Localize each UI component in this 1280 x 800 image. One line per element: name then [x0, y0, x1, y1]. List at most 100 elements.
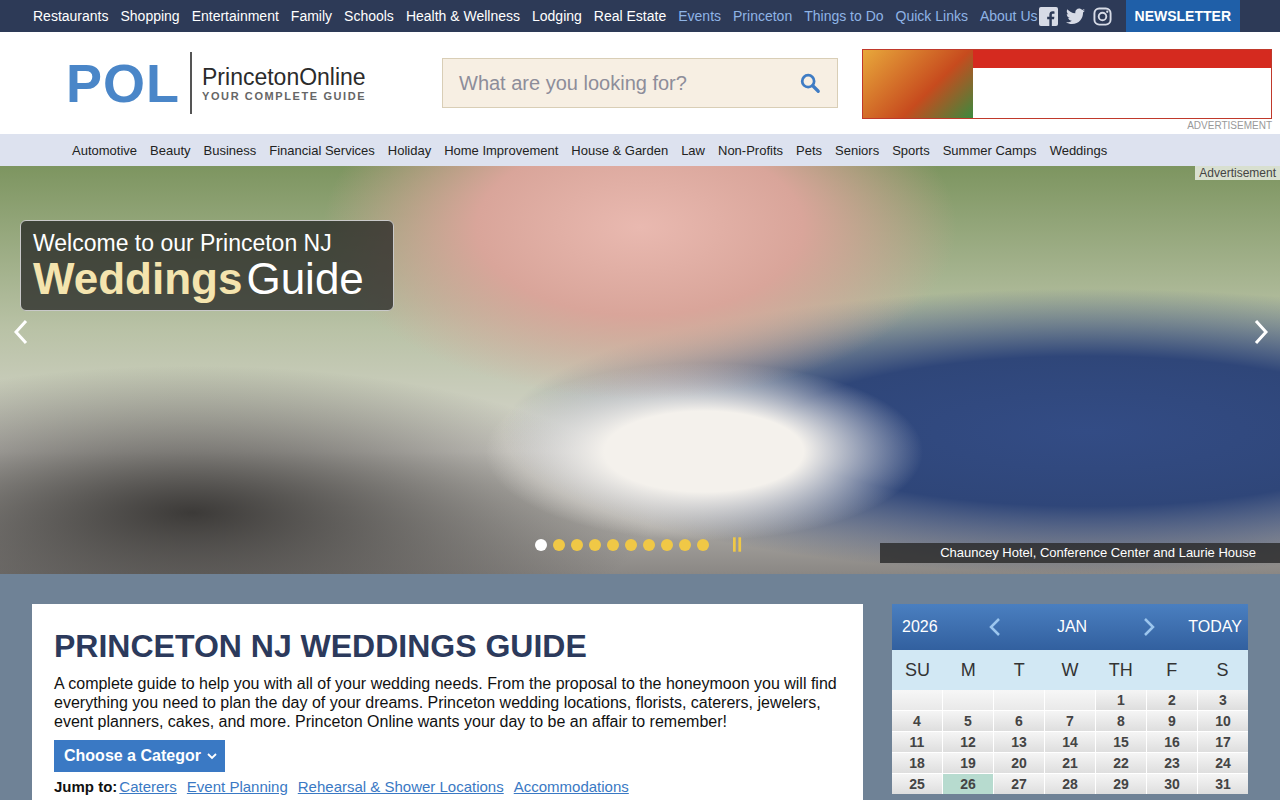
- calendar-day[interactable]: 8: [1096, 711, 1146, 731]
- top-nav: Restaurants Shopping Entertainment Family Sc…: [0, 0, 1280, 32]
- calendar-day[interactable]: 24: [1198, 753, 1248, 773]
- category-nav: Automotive Beauty Business Financial Servic…: [0, 134, 1280, 166]
- calendar-day[interactable]: 26: [943, 774, 993, 794]
- jump-links: Jump to: CaterersEvent PlanningRehearsal…: [54, 778, 841, 795]
- weekday: SU: [892, 660, 943, 681]
- calendar-day[interactable]: 19: [943, 753, 993, 773]
- category-link[interactable]: Financial Services: [269, 143, 375, 158]
- top-nav-link[interactable]: Health & Wellness: [406, 8, 520, 24]
- slide-dots: [535, 537, 742, 552]
- category-link[interactable]: Pets: [796, 143, 822, 158]
- ad-banner[interactable]: [862, 49, 1272, 119]
- category-link[interactable]: Automotive: [72, 143, 137, 158]
- calendar-day[interactable]: 1: [1096, 690, 1146, 710]
- calendar-day[interactable]: 21: [1045, 753, 1095, 773]
- category-link[interactable]: Non-Profits: [718, 143, 783, 158]
- twitter-icon[interactable]: [1066, 7, 1085, 26]
- category-link[interactable]: Summer Camps: [943, 143, 1037, 158]
- newsletter-button[interactable]: NEWSLETTER: [1126, 0, 1240, 32]
- slide-dot[interactable]: [625, 539, 637, 551]
- top-nav-link[interactable]: Lodging: [532, 8, 582, 24]
- top-nav-link[interactable]: Things to Do: [804, 8, 883, 24]
- top-nav-link[interactable]: Events: [678, 8, 721, 24]
- top-nav-link[interactable]: Family: [291, 8, 332, 24]
- pause-icon[interactable]: [733, 537, 742, 552]
- category-link[interactable]: Law: [681, 143, 705, 158]
- slide-dot[interactable]: [589, 539, 601, 551]
- calendar-day[interactable]: 25: [892, 774, 942, 794]
- content-area: PRINCETON NJ WEDDINGS GUIDE A complete g…: [0, 574, 1280, 800]
- calendar-day[interactable]: 11: [892, 732, 942, 752]
- calendar-day[interactable]: 18: [892, 753, 942, 773]
- calendar-day[interactable]: 7: [1045, 711, 1095, 731]
- calendar-day[interactable]: 29: [1096, 774, 1146, 794]
- next-month-icon[interactable]: [1143, 617, 1155, 637]
- site-logo[interactable]: POL PrincetonOnline YOUR COMPLETE GUIDE: [66, 52, 416, 114]
- hero-slider: Advertisement Welcome to our Princeton N…: [0, 166, 1280, 574]
- category-link[interactable]: Home Improvement: [444, 143, 558, 158]
- search-field[interactable]: What are you looking for?: [442, 58, 838, 108]
- top-nav-link[interactable]: Princeton: [733, 8, 792, 24]
- calendar-day[interactable]: 12: [943, 732, 993, 752]
- category-link[interactable]: House & Garden: [571, 143, 668, 158]
- category-link[interactable]: Weddings: [1050, 143, 1108, 158]
- site-header: POL PrincetonOnline YOUR COMPLETE GUIDE …: [0, 32, 1280, 134]
- calendar-day[interactable]: 4: [892, 711, 942, 731]
- calendar-day[interactable]: 10: [1198, 711, 1248, 731]
- top-nav-link[interactable]: Entertainment: [192, 8, 279, 24]
- slide-dot[interactable]: [661, 539, 673, 551]
- calendar-day[interactable]: 13: [994, 732, 1044, 752]
- hero-ad-label: Advertisement: [1195, 166, 1280, 180]
- calendar-day[interactable]: 6: [994, 711, 1044, 731]
- slide-dot[interactable]: [571, 539, 583, 551]
- prev-slide-icon[interactable]: [14, 319, 28, 345]
- calendar-month: JAN: [1008, 618, 1136, 636]
- slide-dot[interactable]: [535, 539, 547, 551]
- category-link[interactable]: Holiday: [388, 143, 431, 158]
- calendar-day[interactable]: 23: [1147, 753, 1197, 773]
- next-slide-icon[interactable]: [1254, 319, 1268, 345]
- top-nav-link[interactable]: Schools: [344, 8, 394, 24]
- category-link[interactable]: Beauty: [150, 143, 190, 158]
- facebook-icon[interactable]: [1039, 7, 1058, 26]
- prev-month-icon[interactable]: [989, 617, 1001, 637]
- calendar-day[interactable]: 5: [943, 711, 993, 731]
- top-nav-link[interactable]: About Us: [980, 8, 1038, 24]
- calendar-day[interactable]: 27: [994, 774, 1044, 794]
- calendar-day[interactable]: 3: [1198, 690, 1248, 710]
- category-select[interactable]: Choose a Categor: [54, 740, 225, 772]
- calendar-day[interactable]: 28: [1045, 774, 1095, 794]
- calendar-day[interactable]: 22: [1096, 753, 1146, 773]
- category-link[interactable]: Sports: [892, 143, 930, 158]
- top-nav-link[interactable]: Real Estate: [594, 8, 666, 24]
- search-icon[interactable]: [799, 72, 821, 94]
- slide-dot[interactable]: [643, 539, 655, 551]
- category-link[interactable]: Business: [204, 143, 257, 158]
- today-button[interactable]: TODAY: [1162, 618, 1242, 636]
- calendar-day[interactable]: 16: [1147, 732, 1197, 752]
- jump-link[interactable]: Event Planning: [187, 778, 288, 795]
- slide-dot[interactable]: [697, 539, 709, 551]
- jump-link[interactable]: Rehearsal & Shower Locations: [298, 778, 504, 795]
- calendar-day[interactable]: 9: [1147, 711, 1197, 731]
- calendar-day[interactable]: 17: [1198, 732, 1248, 752]
- calendar-day[interactable]: 30: [1147, 774, 1197, 794]
- jump-link[interactable]: Caterers: [119, 778, 177, 795]
- slide-dot[interactable]: [679, 539, 691, 551]
- search-placeholder: What are you looking for?: [459, 72, 799, 95]
- category-link[interactable]: Seniors: [835, 143, 879, 158]
- calendar-day[interactable]: 20: [994, 753, 1044, 773]
- top-nav-link[interactable]: Quick Links: [896, 8, 968, 24]
- calendar-day[interactable]: 14: [1045, 732, 1095, 752]
- instagram-icon[interactable]: [1093, 7, 1112, 26]
- slide-dot[interactable]: [553, 539, 565, 551]
- slide-dot[interactable]: [607, 539, 619, 551]
- top-nav-link[interactable]: Restaurants: [33, 8, 108, 24]
- calendar-day[interactable]: 15: [1096, 732, 1146, 752]
- top-nav-link[interactable]: Shopping: [120, 8, 179, 24]
- weekday-row: SUMTWTHFS: [892, 650, 1248, 690]
- guide-card: PRINCETON NJ WEDDINGS GUIDE A complete g…: [32, 604, 863, 800]
- jump-link[interactable]: Accommodations: [514, 778, 629, 795]
- calendar-day[interactable]: 31: [1198, 774, 1248, 794]
- calendar-day[interactable]: 2: [1147, 690, 1197, 710]
